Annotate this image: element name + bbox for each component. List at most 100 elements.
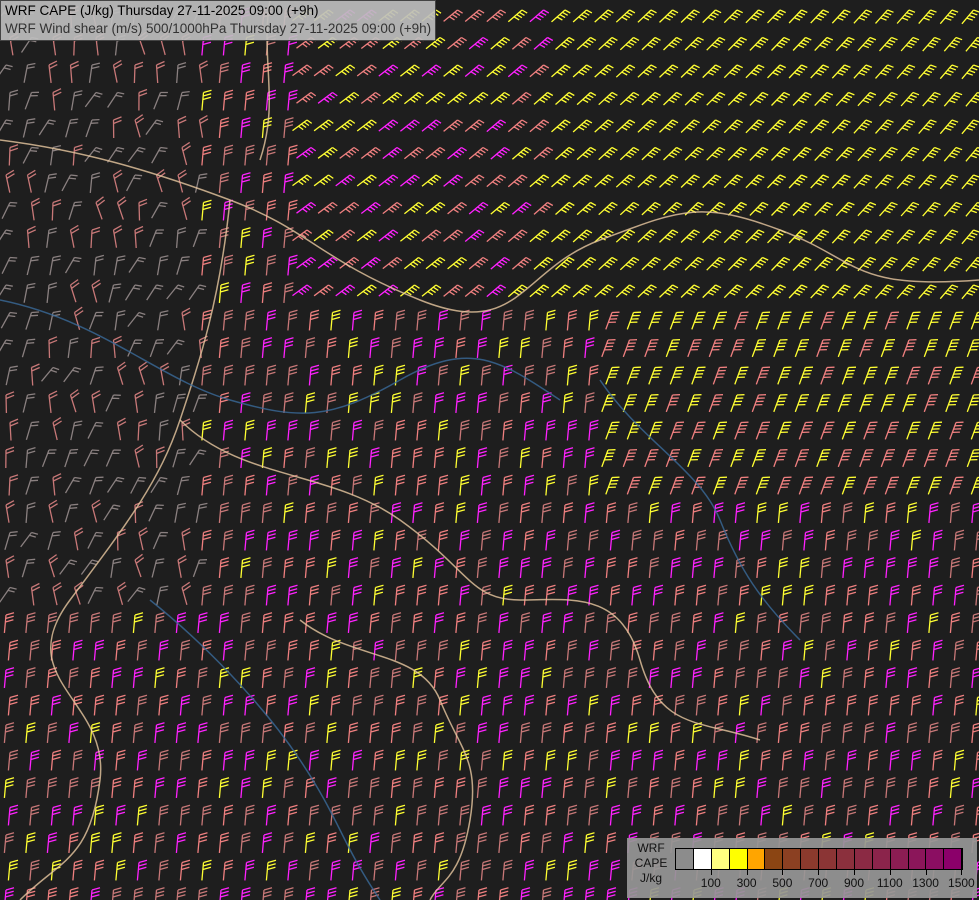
wind-barb <box>68 887 79 900</box>
wind-barb <box>476 447 488 468</box>
wind-barb <box>680 284 700 298</box>
wind-barb <box>192 559 208 578</box>
wind-barb <box>222 144 234 166</box>
wind-barb <box>835 91 855 107</box>
wind-barb <box>738 584 750 606</box>
wind-barb <box>773 449 788 468</box>
map-title-box: WRF CAPE (J/kg) Thursday 27-11-2025 09:0… <box>0 0 437 41</box>
wind-barb <box>240 557 251 578</box>
wind-barb <box>330 364 341 386</box>
wind-barb <box>197 667 208 688</box>
wind-barb <box>810 9 830 24</box>
wind-barb <box>695 639 707 661</box>
wind-barb <box>198 115 209 138</box>
wind-barb <box>390 667 402 688</box>
wind-barb <box>867 584 879 606</box>
wind-barb <box>48 336 58 359</box>
wind-barb <box>480 309 492 331</box>
wind-barb <box>175 226 187 248</box>
wind-barb <box>158 419 169 441</box>
wind-barb <box>605 421 620 440</box>
wind-barb <box>648 366 663 385</box>
wind-barb <box>792 91 812 106</box>
wind-barb <box>486 284 507 298</box>
wind-barb <box>502 419 513 441</box>
wind-barb <box>706 146 726 161</box>
wind-barb <box>112 59 123 83</box>
wind-barb <box>283 392 294 413</box>
wind-barb <box>799 777 810 798</box>
wind-barb <box>326 447 337 468</box>
wind-barb <box>970 311 979 330</box>
wind-barb <box>244 639 255 661</box>
wind-barb <box>46 612 58 633</box>
wind-barb <box>588 804 599 826</box>
wind-barb <box>863 557 875 578</box>
wind-barb <box>455 337 466 358</box>
wind-barb <box>179 749 191 771</box>
wind-barb <box>777 722 789 743</box>
wind-barb <box>112 116 122 139</box>
wind-barb <box>244 804 255 826</box>
wind-barb <box>498 502 509 523</box>
wind-barb <box>174 502 187 523</box>
wind-barb <box>541 777 552 798</box>
wind-barb <box>305 887 316 900</box>
wind-barb <box>928 722 939 743</box>
wind-barb <box>52 582 62 606</box>
wind-barb <box>394 584 406 606</box>
legend-tick-label: 700 <box>808 876 829 890</box>
wind-barb <box>176 887 187 900</box>
wind-barb <box>447 91 467 105</box>
wind-barb <box>563 887 574 900</box>
wind-barb <box>927 366 943 385</box>
wind-barb <box>606 887 617 900</box>
wind-barb <box>304 667 316 688</box>
wind-barb <box>900 256 920 272</box>
wind-barb <box>26 255 40 276</box>
wind-barb <box>674 639 685 661</box>
wind-barb <box>961 9 979 25</box>
legend-color-cell <box>944 849 963 869</box>
wind-barb <box>412 722 423 743</box>
wind-barb <box>566 309 578 331</box>
wind-barb <box>885 777 896 798</box>
wind-barb <box>631 694 642 716</box>
wind-barb <box>437 474 449 496</box>
wind-barb <box>777 502 789 523</box>
wind-barb <box>670 502 681 523</box>
wind-barb <box>659 119 679 133</box>
wind-barb <box>265 639 277 661</box>
wind-barb <box>588 529 599 551</box>
wind-barb <box>21 558 36 578</box>
wind-barb <box>932 584 943 606</box>
wind-barb <box>691 722 703 743</box>
wind-barb <box>803 584 814 606</box>
wind-barb <box>347 612 359 633</box>
wind-barb <box>382 146 403 160</box>
wind-barb <box>369 777 380 798</box>
wind-barb <box>91 390 101 413</box>
wind-barb <box>154 777 165 798</box>
wind-barb <box>588 309 599 331</box>
wind-barb <box>265 804 277 826</box>
wind-barb <box>706 91 726 106</box>
wind-barb <box>922 36 941 52</box>
wind-barb <box>523 859 535 881</box>
wind-barb <box>459 309 470 331</box>
wind-barb <box>390 722 402 743</box>
weather-map[interactable]: WRF CAPE (J/kg) Thursday 27-11-2025 09:0… <box>0 0 979 900</box>
wind-barb <box>594 9 614 23</box>
wind-barb <box>93 694 105 716</box>
wind-barb <box>637 174 657 188</box>
wind-barb <box>459 529 470 551</box>
wind-barb <box>584 557 595 578</box>
wind-barb <box>588 639 599 661</box>
wind-barb <box>292 284 313 297</box>
wind-barb <box>459 859 470 881</box>
wind-barb <box>566 639 578 661</box>
wind-barb <box>889 639 900 661</box>
wind-barb <box>498 557 509 578</box>
wind-barb <box>551 284 571 298</box>
legend-colorbar <box>675 848 964 870</box>
